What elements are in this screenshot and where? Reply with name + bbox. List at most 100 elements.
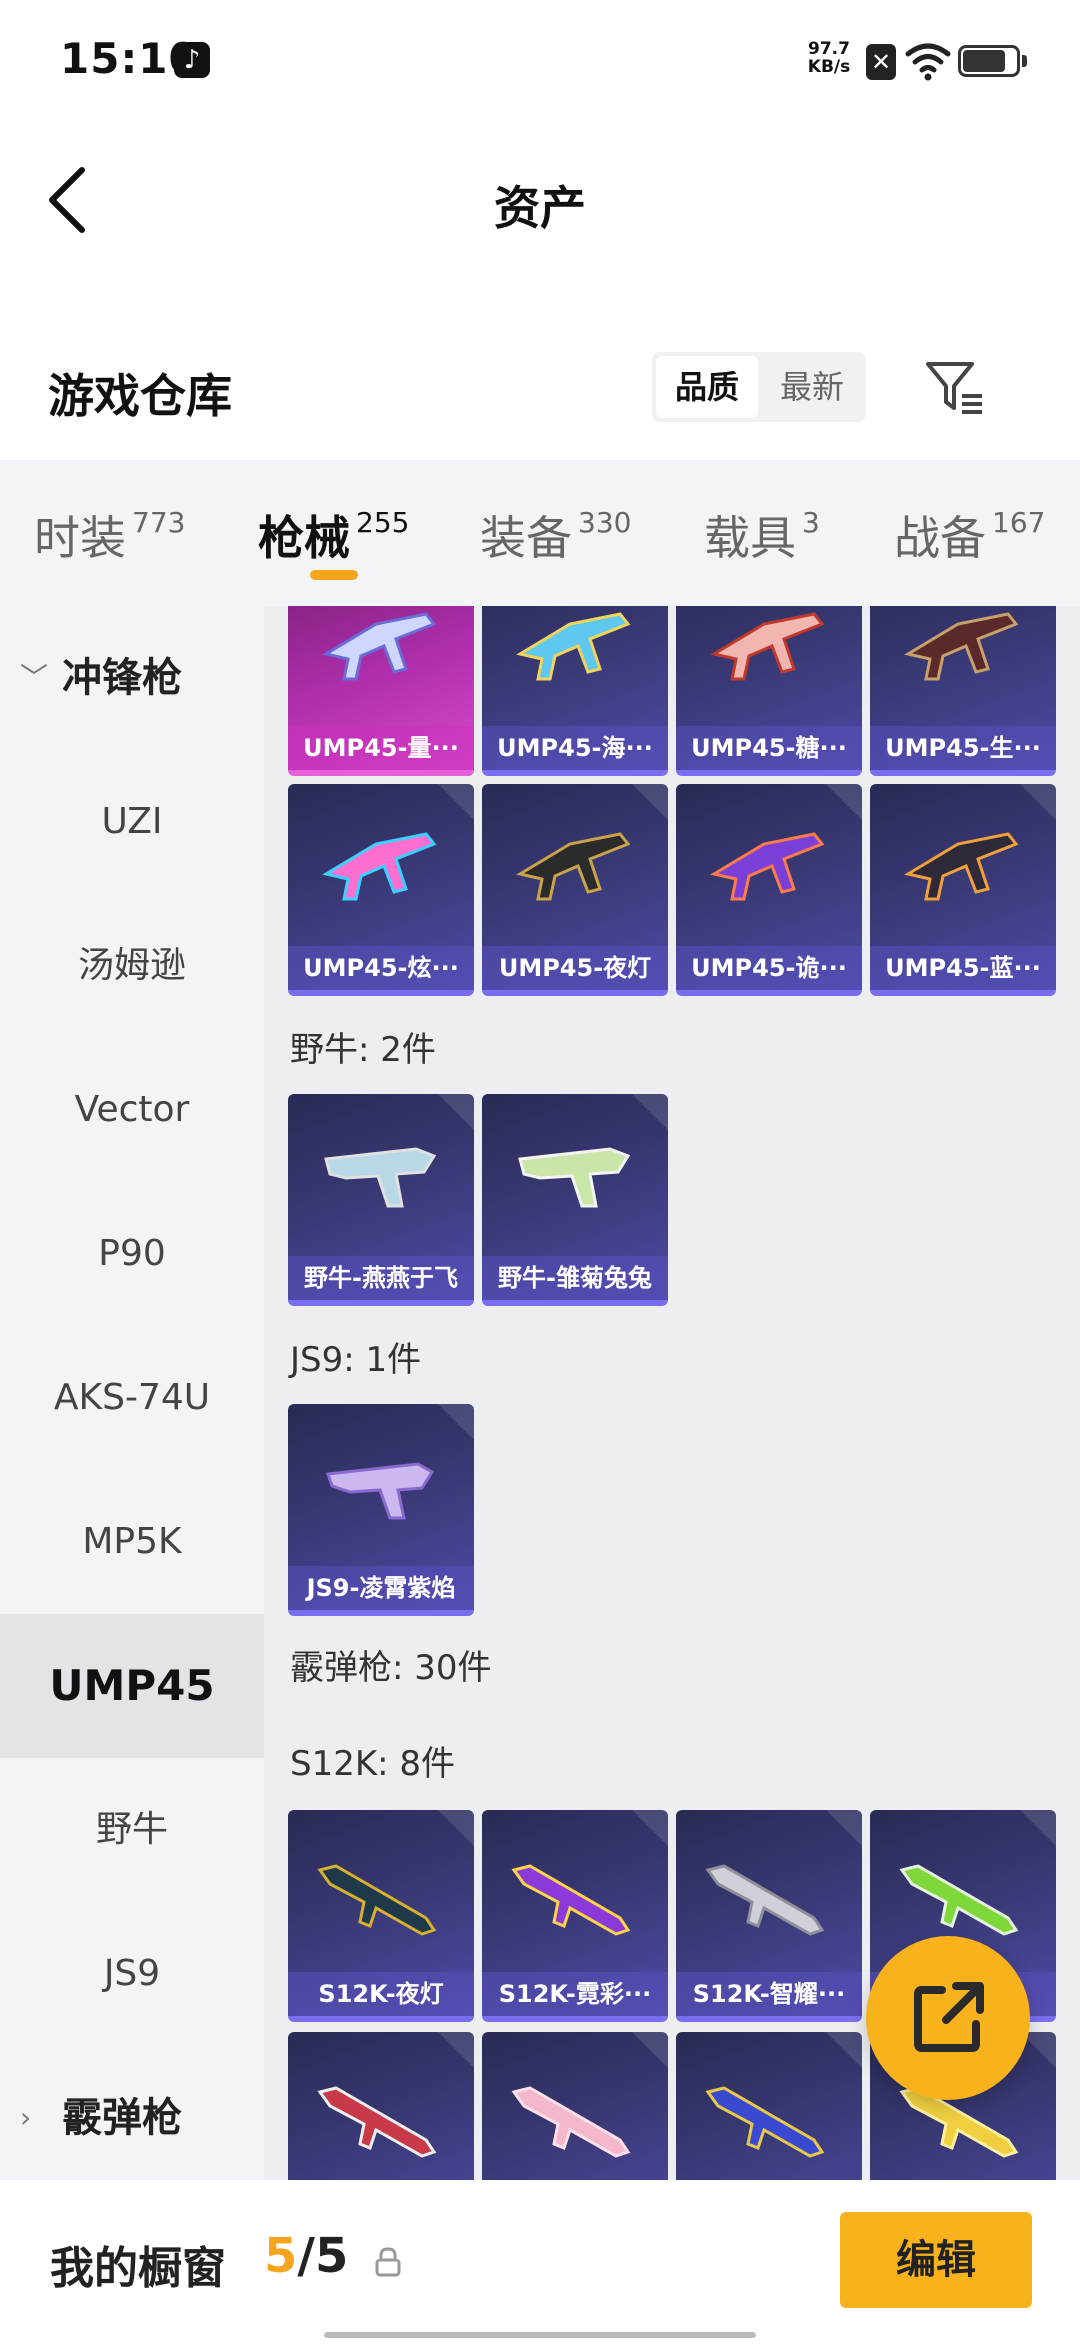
sidebar-item-thompson[interactable]: 汤姆逊	[0, 894, 264, 1038]
sidebar-item-p90[interactable]: P90	[0, 1182, 264, 1326]
weapon-name: S12K-夜灯	[288, 1972, 474, 2016]
tab-label: 载具	[704, 511, 796, 565]
weapon-skin-image	[705, 2086, 825, 2158]
weapon-name: S12K-智耀···	[676, 1972, 862, 2016]
weapon-card[interactable]: S12K-夜灯	[288, 1810, 474, 2022]
weapon-skin-image	[325, 1462, 435, 1520]
weapon-skin-image	[710, 612, 825, 681]
tab-label: 时装	[34, 511, 126, 565]
section-title-bizon: 野牛: 2件	[290, 1030, 436, 1070]
weapon-type-sidebar: ﹀ 冲锋枪 UZI 汤姆逊 Vector P90 AKS-74U MP5K UMP…	[0, 606, 264, 2180]
sidebar-item-js9[interactable]: JS9	[0, 1902, 264, 2046]
warehouse-title: 游戏仓库	[48, 369, 232, 423]
weapon-card[interactable]: 野牛-雏菊兔兔	[482, 1094, 668, 1306]
weapon-card[interactable]: UMP45-诡···	[676, 784, 862, 996]
showcase-label: 我的橱窗	[50, 2243, 226, 2294]
weapon-card[interactable]: UMP45-海···	[482, 606, 668, 776]
weapon-name: S12K-霓彩···	[482, 1972, 668, 2016]
tab-count: 330	[578, 506, 632, 539]
page-title: 资产	[494, 181, 586, 235]
weapon-name: UMP45-糖···	[676, 726, 862, 770]
sidebar-item-uzi[interactable]: UZI	[0, 750, 264, 894]
weapon-skin-image	[324, 1147, 437, 1208]
section-title-s12k: S12K: 8件	[290, 1744, 456, 1784]
tab-count: 255	[356, 506, 410, 539]
sidebar-group-shotgun[interactable]: › 霰弹枪	[0, 2046, 264, 2180]
category-tabs: 时装 773 枪械 255 装备 330 载具 3 战备 167	[0, 460, 1080, 606]
weapon-name: UMP45-海···	[482, 726, 668, 770]
tab-tactical[interactable]: 战备 167	[894, 502, 1045, 572]
warehouse-header: 游戏仓库	[0, 330, 1080, 440]
weapon-skin-image	[899, 1864, 1019, 1936]
weapon-card[interactable]: UMP45-炫···	[288, 784, 474, 996]
weapon-skin-image	[516, 832, 631, 901]
filter-icon[interactable]	[920, 352, 990, 422]
weapon-card[interactable]: UMP45-糖···	[676, 606, 862, 776]
network-speed-unit: KB/s	[807, 57, 851, 77]
tiktok-icon: ♪	[174, 42, 210, 78]
lock-icon	[375, 2247, 401, 2277]
weapon-name: UMP45-量···	[288, 726, 474, 770]
tab-equipment[interactable]: 装备 330	[480, 502, 631, 572]
home-indicator	[324, 2332, 756, 2338]
weapon-card[interactable]	[482, 2032, 668, 2180]
tab-count: 3	[802, 506, 820, 539]
sidebar-item-vector[interactable]: Vector	[0, 1038, 264, 1182]
weapon-card[interactable]: UMP45-量···	[288, 606, 474, 776]
weapon-card[interactable]: S12K-霓彩···	[482, 1810, 668, 2022]
weapon-skin-image	[518, 1147, 631, 1208]
showcase-bar: 我的橱窗 5/5 编辑	[0, 2180, 1080, 2344]
weapon-card[interactable]	[676, 2032, 862, 2180]
weapon-name: JS9-凌霄紫焰	[288, 1566, 474, 1610]
showcase-total: 5	[314, 2228, 349, 2284]
weapon-card[interactable]: UMP45-生···	[870, 606, 1056, 776]
weapon-card[interactable]: S12K-智耀···	[676, 1810, 862, 2022]
sidebar-item-aks74u[interactable]: AKS-74U	[0, 1326, 264, 1470]
showcase-current: 5	[264, 2228, 298, 2284]
network-speed: 97.7 KB/s	[802, 40, 856, 76]
weapon-card[interactable]	[288, 2032, 474, 2180]
share-button[interactable]	[866, 1936, 1030, 2100]
weapon-skin-image	[511, 1864, 631, 1936]
sort-option-quality[interactable]: 品质	[656, 356, 758, 418]
weapon-skin-image	[322, 612, 437, 681]
sort-toggle: 品质 最新	[652, 352, 866, 422]
weapon-card[interactable]: UMP45-蓝···	[870, 784, 1056, 996]
network-speed-value: 97.7	[808, 39, 850, 59]
status-bar: 15:10 ♪ 97.7 KB/s ✕	[0, 0, 1080, 120]
weapon-card[interactable]: UMP45-夜灯	[482, 784, 668, 996]
sidebar-group-label: 霰弹枪	[62, 2095, 182, 2141]
chevron-right-icon: ›	[20, 2101, 32, 2134]
tab-vehicles[interactable]: 载具 3	[704, 502, 820, 572]
weapon-name: UMP45-蓝···	[870, 946, 1056, 990]
showcase-separator: /	[297, 2228, 315, 2284]
tab-count: 773	[132, 506, 186, 539]
weapon-skin-image	[904, 612, 1019, 681]
weapon-card[interactable]: JS9-凌霄紫焰	[288, 1404, 474, 1616]
weapon-name: 野牛-燕燕于飞	[288, 1256, 474, 1300]
weapon-skin-image	[511, 2086, 631, 2158]
tab-label: 装备	[480, 511, 572, 565]
section-title-shotgun: 霰弹枪: 30件	[290, 1648, 492, 1688]
showcase-count: 5/5	[264, 2228, 348, 2284]
sort-option-newest[interactable]: 最新	[762, 356, 862, 418]
weapon-card[interactable]: 野牛-燕燕于飞	[288, 1094, 474, 1306]
weapon-name: 野牛-雏菊兔兔	[482, 1256, 668, 1300]
weapon-name: UMP45-生···	[870, 726, 1056, 770]
weapon-skin-image	[317, 1864, 437, 1936]
sidebar-item-bizon[interactable]: 野牛	[0, 1758, 264, 1902]
tab-label: 枪械	[258, 511, 350, 565]
sidebar-group-smg[interactable]: ﹀ 冲锋枪	[0, 606, 264, 750]
active-tab-indicator	[310, 570, 358, 580]
weapon-skin-image	[705, 1864, 825, 1936]
section-title-js9: JS9: 1件	[290, 1340, 422, 1380]
edit-button[interactable]: 编辑	[840, 2212, 1032, 2308]
weapon-skin-image	[904, 832, 1019, 901]
sidebar-item-mp5k[interactable]: MP5K	[0, 1470, 264, 1614]
weapon-name: UMP45-诡···	[676, 946, 862, 990]
tab-firearms[interactable]: 枪械 255	[258, 502, 409, 572]
share-icon	[914, 1982, 984, 2052]
tab-fashion[interactable]: 时装 773	[34, 502, 185, 572]
sidebar-item-ump45[interactable]: UMP45	[0, 1614, 264, 1758]
header: 资产	[0, 120, 1080, 280]
